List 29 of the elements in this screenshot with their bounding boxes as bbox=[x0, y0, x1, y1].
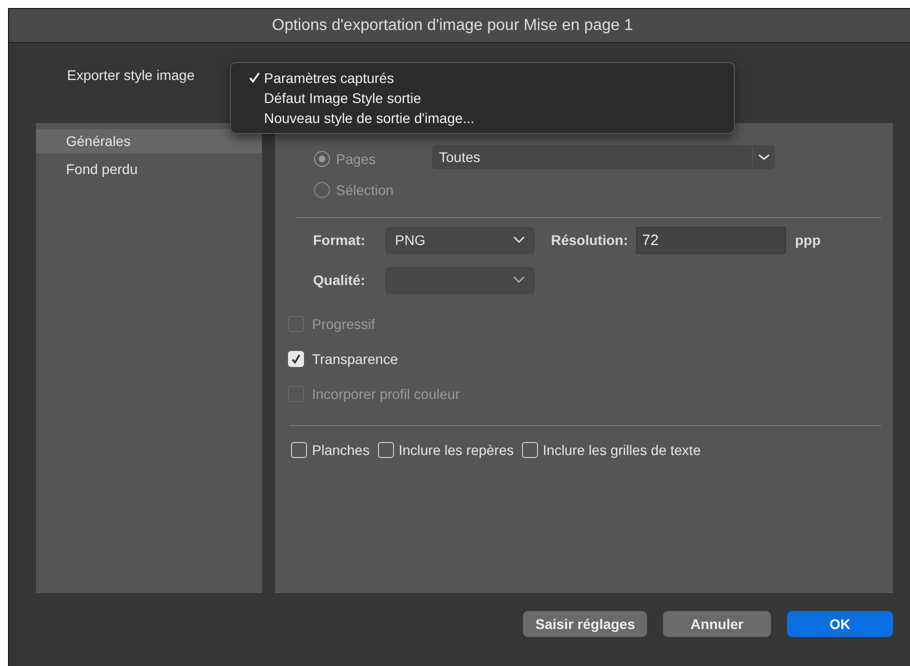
menu-item[interactable]: Paramètres capturés bbox=[231, 68, 734, 88]
quality-label: Qualité: bbox=[313, 272, 366, 288]
dialog-button[interactable]: Annuler bbox=[663, 611, 771, 637]
checkbox-label: Planches bbox=[312, 442, 370, 458]
menu-item[interactable]: Défaut Image Style sortie bbox=[231, 88, 734, 108]
chevron-down-icon bbox=[513, 276, 525, 284]
radio-button[interactable] bbox=[314, 150, 330, 166]
ok-button[interactable]: OK bbox=[787, 611, 893, 637]
page-range-dropdown[interactable]: Toutes bbox=[432, 145, 775, 169]
chevron-down-icon bbox=[513, 236, 525, 244]
unit-label: ppp bbox=[795, 232, 821, 248]
menu-item[interactable]: Nouveau style de sortie d'image... bbox=[231, 108, 734, 128]
sidebar-item[interactable]: Générales bbox=[36, 129, 262, 153]
dialog-button[interactable]: Saisir réglages bbox=[523, 611, 647, 637]
checkbox-label: Inclure les repères bbox=[398, 442, 514, 458]
checkbox-label: Inclure les grilles de texte bbox=[542, 442, 701, 458]
format-dropdown[interactable]: PNG bbox=[385, 226, 535, 254]
radio-label: Pages bbox=[336, 150, 376, 166]
resolution-label: Résolution: bbox=[551, 232, 628, 248]
window-title: Options d'exportation d'image pour Mise en page 1 bbox=[272, 16, 633, 34]
checkbox-label: Progressif bbox=[312, 316, 376, 332]
sidebar-item[interactable]: Fond perdu bbox=[36, 157, 262, 181]
format-label: Format: bbox=[313, 232, 366, 248]
export-style-label: Exporter style image bbox=[67, 67, 195, 83]
checkbox-label: Transparence bbox=[312, 350, 398, 366]
radio-label: Sélection bbox=[336, 182, 394, 198]
radio-button[interactable] bbox=[314, 182, 330, 198]
resolution-field[interactable]: 72 bbox=[636, 226, 786, 254]
checkbox-label: Incorporer profil couleur bbox=[312, 386, 460, 402]
